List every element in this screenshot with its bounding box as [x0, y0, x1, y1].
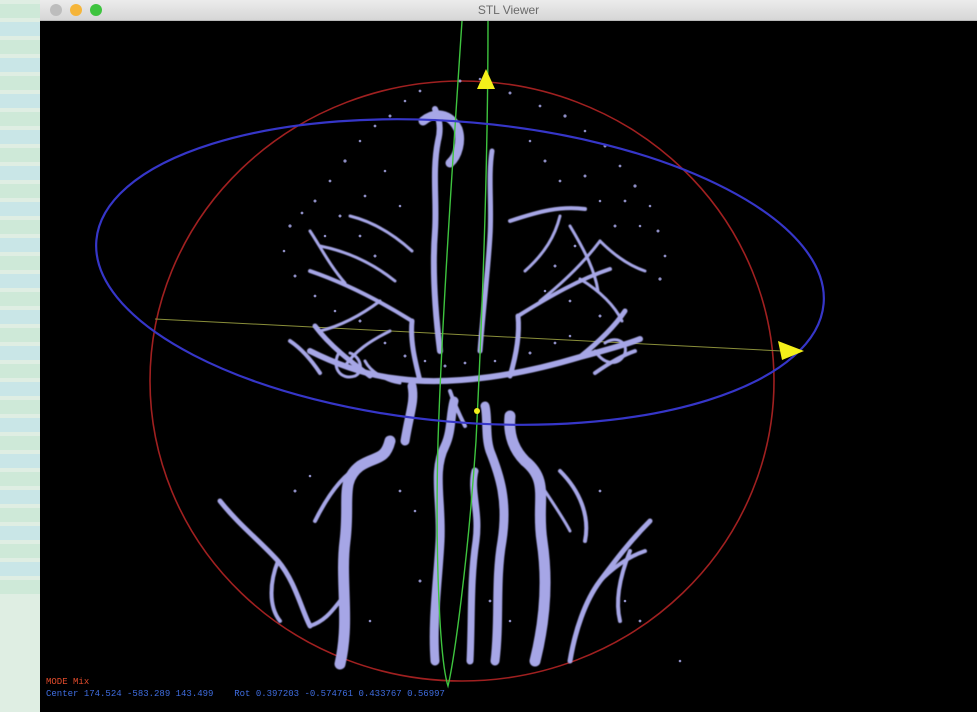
- mode-readout: MODE Mix: [46, 677, 89, 687]
- vessel-model[interactable]: [217, 106, 653, 670]
- stl-viewer-window: STL Viewer MODE Mix Center 174.524 -583.…: [40, 0, 977, 712]
- center-value: 174.524 -583.289 143.499: [83, 689, 214, 699]
- window-title: STL Viewer: [477, 3, 540, 17]
- title-bar[interactable]: STL Viewer: [40, 0, 977, 21]
- 3d-scene[interactable]: [40, 21, 977, 712]
- rot-label: Rot: [234, 689, 251, 699]
- camera-readout: Center 174.524 -583.289 143.499 Rot 0.39…: [46, 689, 445, 699]
- close-window-button[interactable]: [50, 4, 62, 16]
- minimize-window-button[interactable]: [70, 4, 82, 16]
- pivot-marker-icon[interactable]: [474, 408, 480, 414]
- center-label: Center: [46, 689, 79, 699]
- horizontal-axis-line: [154, 318, 783, 352]
- window-controls: [50, 4, 102, 16]
- rot-value: 0.397203 -0.574761 0.433767 0.56997: [255, 689, 445, 699]
- mode-value: Mix: [73, 677, 90, 687]
- background-app-strip: [0, 0, 44, 712]
- mode-label: MODE: [46, 677, 68, 687]
- zoom-window-button[interactable]: [90, 4, 102, 16]
- 3d-viewport[interactable]: MODE Mix Center 174.524 -583.289 143.499…: [40, 21, 977, 712]
